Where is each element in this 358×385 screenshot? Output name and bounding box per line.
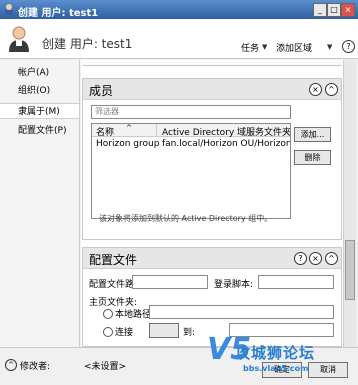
maximize-button[interactable]: □ bbox=[327, 3, 341, 17]
close-section-icon[interactable]: × bbox=[309, 252, 322, 265]
members-panel: 成员 × ^ 筛选器 名称 ^ Active Directory 域服务文件夹 … bbox=[82, 78, 342, 240]
sidebar-item-member-of[interactable]: 隶属于(M) bbox=[0, 103, 79, 119]
row-name-cell: Horizon group bbox=[96, 139, 160, 149]
remove-member-button[interactable]: 删除 bbox=[294, 150, 331, 165]
title-bar: 创建 用户: test1 _ □ × bbox=[0, 0, 358, 19]
chevron-down-icon: ▼ bbox=[327, 43, 333, 51]
sidebar-item-organization[interactable]: 组织(O) bbox=[0, 83, 79, 99]
close-button[interactable]: × bbox=[341, 3, 355, 17]
tasks-menu[interactable]: 任务 bbox=[241, 41, 259, 54]
chevron-down-icon: ▼ bbox=[262, 43, 268, 51]
header: 创建 用户: test1 任务 ▼ 添加区域 ▼ ? bbox=[0, 19, 358, 59]
profile-panel-header: 配置文件 ? × ^ bbox=[83, 248, 341, 269]
add-member-button[interactable]: 添加... bbox=[294, 127, 331, 142]
table-row[interactable]: Horizon group fan.local/Horizon OU/Horiz… bbox=[92, 138, 290, 151]
profile-title: 配置文件 bbox=[89, 253, 138, 267]
logon-script-input[interactable] bbox=[258, 275, 334, 289]
profile-path-input[interactable] bbox=[132, 275, 208, 289]
members-table: 名称 ^ Active Directory 域服务文件夹 Horizon gro… bbox=[91, 123, 291, 219]
column-divider bbox=[156, 124, 157, 137]
local-path-radio[interactable] bbox=[103, 309, 113, 319]
drive-select[interactable] bbox=[149, 323, 179, 338]
column-header-folder[interactable]: Active Directory 域服务文件夹 bbox=[162, 125, 290, 138]
sidebar-item-profile[interactable]: 配置文件(P) bbox=[0, 123, 79, 139]
modified-by-value: <未设置> bbox=[84, 362, 127, 372]
members-note: 该对象将添加到默认的 Active Directory 组中。 bbox=[99, 214, 273, 223]
collapse-section-icon[interactable]: ^ bbox=[325, 83, 338, 96]
watermark-text: 攻城狮论坛 bbox=[235, 344, 316, 362]
column-header-name[interactable]: 名称 bbox=[96, 125, 114, 138]
connect-radio[interactable] bbox=[103, 327, 113, 337]
to-label: 到: bbox=[183, 328, 196, 338]
modified-by-label: 修改者: bbox=[20, 362, 51, 372]
minimize-button[interactable]: _ bbox=[313, 3, 327, 17]
sort-ascending-icon: ^ bbox=[126, 124, 132, 132]
sidebar-item-account[interactable]: 帐户(A) bbox=[0, 65, 79, 81]
logon-script-label: 登录脚本: bbox=[214, 280, 254, 290]
local-path-input[interactable] bbox=[149, 305, 334, 319]
add-sections-menu[interactable]: 添加区域 bbox=[276, 41, 312, 54]
row-folder-cell: fan.local/Horizon OU/Horizon bbox=[162, 139, 290, 149]
scrollbar-thumb[interactable] bbox=[345, 240, 355, 300]
page-title: 创建 用户: test1 bbox=[42, 37, 133, 51]
previous-section-edge bbox=[82, 61, 342, 66]
close-section-icon[interactable]: × bbox=[309, 83, 322, 96]
collapse-section-icon[interactable]: ^ bbox=[325, 252, 338, 265]
expand-icon[interactable]: ^ bbox=[5, 359, 17, 371]
watermark: V5 攻城狮论坛 bbs.vlan5.com bbox=[205, 330, 357, 385]
sidebar: 帐户(A) 组织(O) 隶属于(M) 配置文件(P) bbox=[0, 60, 80, 347]
members-table-header: 名称 ^ Active Directory 域服务文件夹 bbox=[92, 124, 290, 138]
main-scrollbar[interactable] bbox=[343, 60, 356, 347]
connect-label: 连接 bbox=[115, 328, 134, 338]
app-icon bbox=[5, 4, 13, 15]
members-panel-header: 成员 × ^ bbox=[83, 79, 341, 100]
help-icon[interactable]: ? bbox=[342, 40, 355, 53]
user-avatar-icon bbox=[9, 26, 29, 52]
watermark-url: bbs.vlan5.com bbox=[243, 364, 309, 373]
help-icon[interactable]: ? bbox=[294, 252, 307, 265]
window-title: 创建 用户: test1 bbox=[18, 8, 99, 19]
members-filter-input[interactable]: 筛选器 bbox=[91, 105, 291, 119]
members-title: 成员 bbox=[89, 84, 114, 98]
